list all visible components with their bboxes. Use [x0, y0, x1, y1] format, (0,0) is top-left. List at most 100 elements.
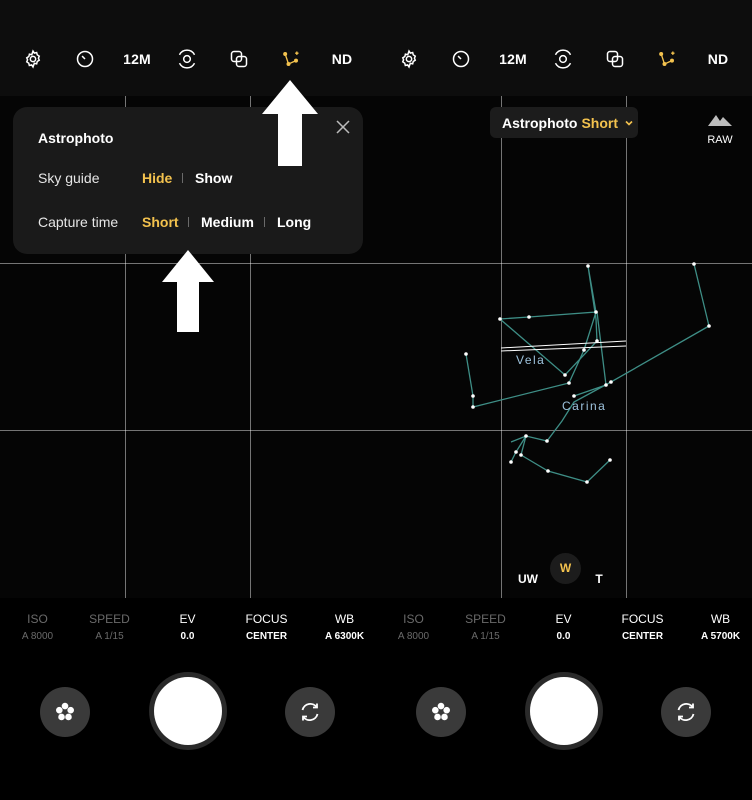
zoom-ultrawide-button[interactable]: UW	[515, 566, 541, 592]
setting-label: FOCUS	[621, 612, 664, 626]
setting-value: CENTER	[245, 631, 288, 642]
speed-setting[interactable]: SPEED A 1/15	[72, 612, 147, 642]
constellation-line	[520, 435, 611, 483]
stabilization-button[interactable]	[172, 46, 202, 72]
capture-time-long-option[interactable]: Long	[277, 214, 311, 230]
pro-settings-row: ISO A 8000 SPEED A 1/15 EV 0.0 FOCUS CEN…	[0, 598, 376, 660]
ev-setting[interactable]: EV 0.0	[150, 612, 225, 642]
setting-label: SPEED	[89, 612, 130, 626]
stabilization-button[interactable]	[548, 46, 578, 72]
wb-setting[interactable]: WB A 6300K	[307, 612, 376, 642]
mode-duration: Short	[581, 114, 618, 131]
up-arrow-annotation	[262, 80, 318, 166]
multi-frame-button[interactable]	[600, 46, 630, 72]
setting-label: WB	[710, 612, 731, 626]
constellation-line	[498, 265, 598, 376]
star-point	[572, 394, 576, 398]
setting-label: WB	[334, 612, 355, 626]
star-point	[595, 339, 599, 343]
setting-label: FOCUS	[245, 612, 288, 626]
astrophoto-button[interactable]	[652, 46, 682, 72]
mode-name: Astrophoto	[502, 114, 578, 131]
shutter-core	[530, 677, 598, 745]
star-point	[464, 352, 468, 356]
gear-icon	[401, 49, 417, 69]
switch-camera-button[interactable]	[661, 687, 711, 737]
zoom-wide-button[interactable]: W	[550, 553, 581, 584]
right-camera-screen: 12M ND Vela Carina Astrophoto Short RAW …	[376, 0, 752, 800]
timer-button[interactable]	[446, 46, 476, 72]
ev-setting[interactable]: EV 0.0	[526, 612, 601, 642]
star-point	[582, 348, 586, 352]
setting-value: 0.0	[556, 631, 571, 642]
star-point	[471, 405, 475, 409]
iso-setting[interactable]: ISO A 8000	[376, 612, 451, 642]
raw-toggle[interactable]: RAW	[703, 112, 737, 146]
star-point	[585, 480, 589, 484]
sky-guide-overlay	[464, 262, 711, 484]
top-toolbar: 12M ND	[0, 0, 376, 96]
astrophoto-button[interactable]	[276, 46, 306, 72]
star-point	[471, 394, 475, 398]
focus-setting[interactable]: FOCUS CENTER	[229, 612, 304, 642]
star-point	[594, 310, 598, 314]
setting-value: CENTER	[621, 631, 664, 642]
capture-time-medium-option[interactable]: Medium	[201, 214, 254, 230]
settings-button[interactable]	[18, 46, 48, 72]
star-point	[545, 439, 549, 443]
rotate-camera-icon	[301, 703, 319, 721]
star-point	[608, 458, 612, 462]
sky-guide-label: Sky guide	[38, 170, 100, 186]
setting-label: ISO	[403, 612, 424, 626]
constellation-line	[510, 435, 527, 463]
star-point	[546, 469, 550, 473]
star-point	[509, 460, 513, 464]
shutter-button[interactable]	[525, 672, 603, 750]
setting-label: EV	[555, 612, 572, 626]
up-arrow-annotation	[162, 250, 214, 332]
overlap-squares-icon	[230, 50, 248, 68]
iso-setting[interactable]: ISO A 8000	[0, 612, 75, 642]
setting-value: A 5700K	[700, 631, 741, 642]
viewfinder[interactable]: Vela Carina	[376, 96, 752, 598]
star-point	[563, 373, 567, 377]
star-point	[609, 380, 613, 384]
setting-value: 0.0	[180, 631, 195, 642]
nd-filter-button[interactable]: ND	[704, 46, 732, 72]
filter-button[interactable]	[416, 687, 466, 737]
timer-button[interactable]	[70, 46, 100, 72]
star-point	[527, 315, 531, 319]
mode-dropdown[interactable]: Astrophoto Short	[490, 107, 638, 138]
focus-setting[interactable]: FOCUS CENTER	[605, 612, 680, 642]
chevron-down-icon	[625, 120, 633, 126]
sky-guide-show-option[interactable]: Show	[195, 170, 232, 186]
left-camera-screen: 12M ND Astrophoto Sky guide Hide Show Ca…	[0, 0, 376, 800]
timer-icon	[76, 50, 94, 68]
constellation-icon	[283, 51, 299, 66]
star-point	[707, 324, 711, 328]
setting-value: A 1/15	[471, 631, 500, 642]
settings-button[interactable]	[394, 46, 424, 72]
setting-value: A 1/15	[95, 631, 124, 642]
speed-setting[interactable]: SPEED A 1/15	[448, 612, 523, 642]
close-icon[interactable]	[335, 119, 351, 135]
pro-settings-row: ISO A 8000 SPEED A 1/15 EV 0.0 FOCUS CEN…	[376, 598, 752, 660]
sky-guide-hide-option[interactable]: Hide	[142, 170, 172, 186]
multi-frame-button[interactable]	[224, 46, 254, 72]
star-point	[519, 453, 523, 457]
setting-value: A 8000	[397, 631, 430, 642]
zoom-tele-button[interactable]: T	[586, 566, 612, 592]
constellation-line	[610, 263, 710, 383]
resolution-button[interactable]: 12M	[494, 46, 532, 72]
capture-time-short-option[interactable]: Short	[142, 214, 179, 230]
setting-label: SPEED	[465, 612, 506, 626]
shutter-button[interactable]	[149, 672, 227, 750]
wb-setting[interactable]: WB A 5700K	[683, 612, 752, 642]
switch-camera-button[interactable]	[285, 687, 335, 737]
filter-button[interactable]	[40, 687, 90, 737]
nd-filter-button[interactable]: ND	[328, 46, 356, 72]
star-point	[586, 264, 590, 268]
setting-label: EV	[179, 612, 196, 626]
resolution-button[interactable]: 12M	[118, 46, 156, 72]
gear-icon	[25, 49, 41, 69]
